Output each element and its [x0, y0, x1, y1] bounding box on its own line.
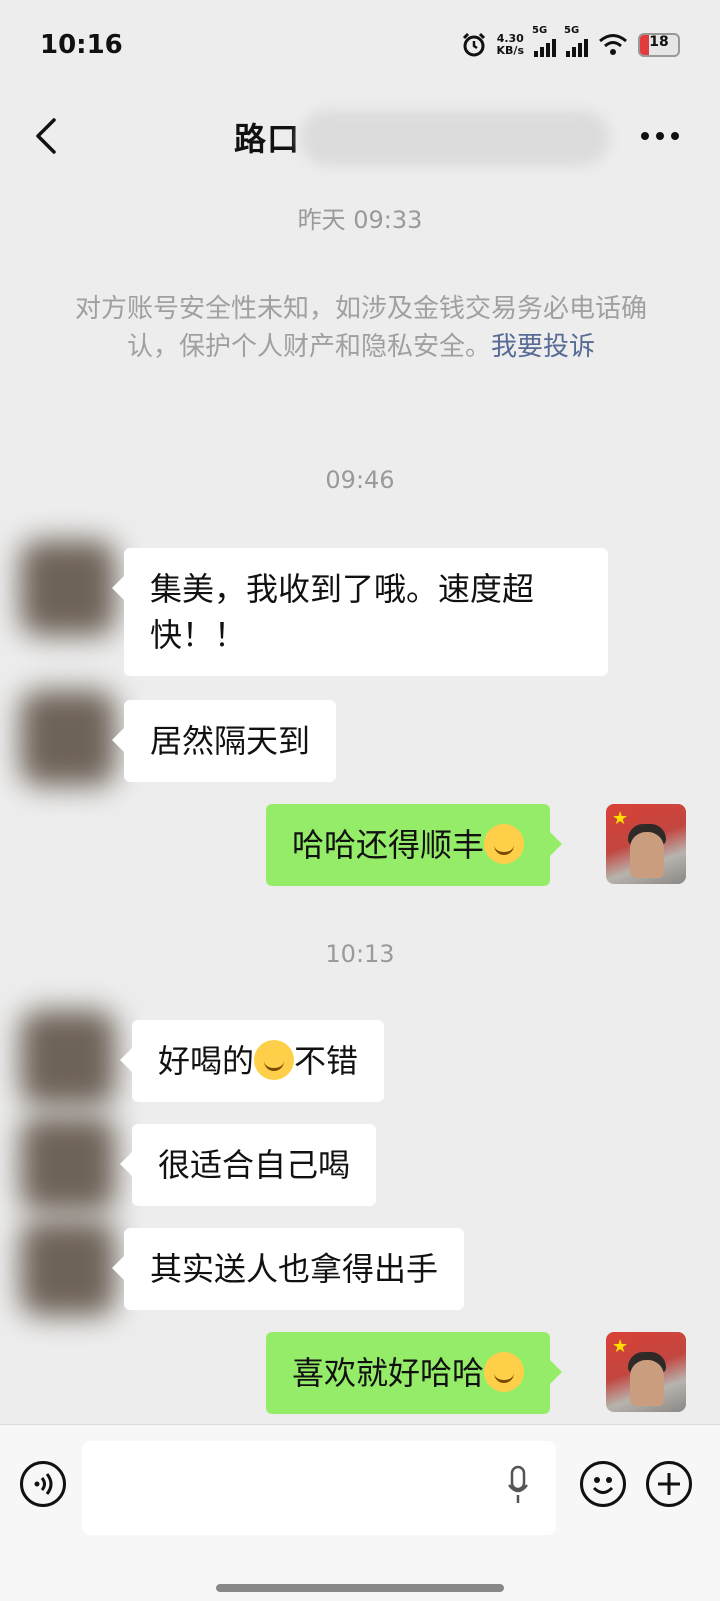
signal-icon-2: 5G [564, 25, 588, 57]
home-indicator[interactable] [216, 1584, 504, 1592]
title-blur-mask [300, 110, 610, 166]
avatar[interactable] [20, 690, 116, 786]
alarm-icon [462, 32, 485, 57]
chat-title: 路口 [234, 120, 301, 158]
signal-icon: 5G [532, 25, 556, 57]
timestamp: 09:46 [325, 466, 395, 494]
input-bar [0, 1424, 720, 1601]
report-link[interactable]: 我要投诉 [491, 332, 595, 362]
chevron-left-icon[interactable] [30, 116, 66, 156]
message-bubble-incoming[interactable]: 居然隔天到 [111, 700, 337, 782]
mic-icon[interactable] [508, 1465, 528, 1505]
voice-icon[interactable] [20, 1461, 66, 1507]
chat-header: 路口 [0, 96, 720, 180]
status-icons: 4.30 KB/s 5G 5G 18 [461, 25, 680, 58]
thinking-face-icon [254, 1040, 295, 1080]
security-notice: 对方账号安全性未知，如涉及金钱交易务必电话确认，保护个人财产和隐私安全。我要投诉 [74, 294, 647, 362]
avatar[interactable] [20, 1010, 116, 1106]
avatar-self[interactable]: ★ [606, 804, 686, 884]
more-horizontal-icon[interactable] [640, 130, 680, 142]
avatar[interactable] [20, 1220, 116, 1316]
avatar-self[interactable]: ★ [606, 1332, 686, 1412]
message-bubble-incoming[interactable]: 很适合自己喝 [119, 1124, 377, 1206]
star-icon: ★ [612, 1336, 629, 1357]
message-input[interactable] [82, 1441, 556, 1535]
avatar[interactable] [20, 540, 116, 636]
message-bubble-incoming[interactable]: 其实送人也拿得出手 [111, 1228, 465, 1310]
wifi-icon [599, 34, 627, 55]
grinning-face-icon [484, 1352, 525, 1392]
message-bubble-outgoing[interactable]: 喜欢就好哈哈 [266, 1332, 563, 1414]
message-bubble-outgoing[interactable]: 哈哈还得顺丰 [266, 804, 563, 886]
star-icon: ★ [612, 808, 629, 829]
timestamp: 昨天 09:33 [297, 206, 423, 234]
message-bubble-incoming[interactable]: 集美，我收到了哦。速度超快！！ [112, 548, 608, 676]
status-bar: 10:16 4.30 KB/s 5G 5G 18 [0, 0, 720, 96]
emoji-icon[interactable] [580, 1461, 626, 1507]
timestamp: 10:13 [325, 940, 395, 968]
message-bubble-incoming[interactable]: 好喝的 不错 [119, 1020, 385, 1102]
hands-over-mouth-icon [484, 824, 525, 864]
network-speed: 4.30 KB/s [496, 32, 524, 57]
avatar[interactable] [20, 1116, 116, 1212]
plus-icon[interactable] [646, 1461, 692, 1507]
status-time: 10:16 [40, 30, 123, 60]
battery-icon: 18 [638, 33, 680, 57]
